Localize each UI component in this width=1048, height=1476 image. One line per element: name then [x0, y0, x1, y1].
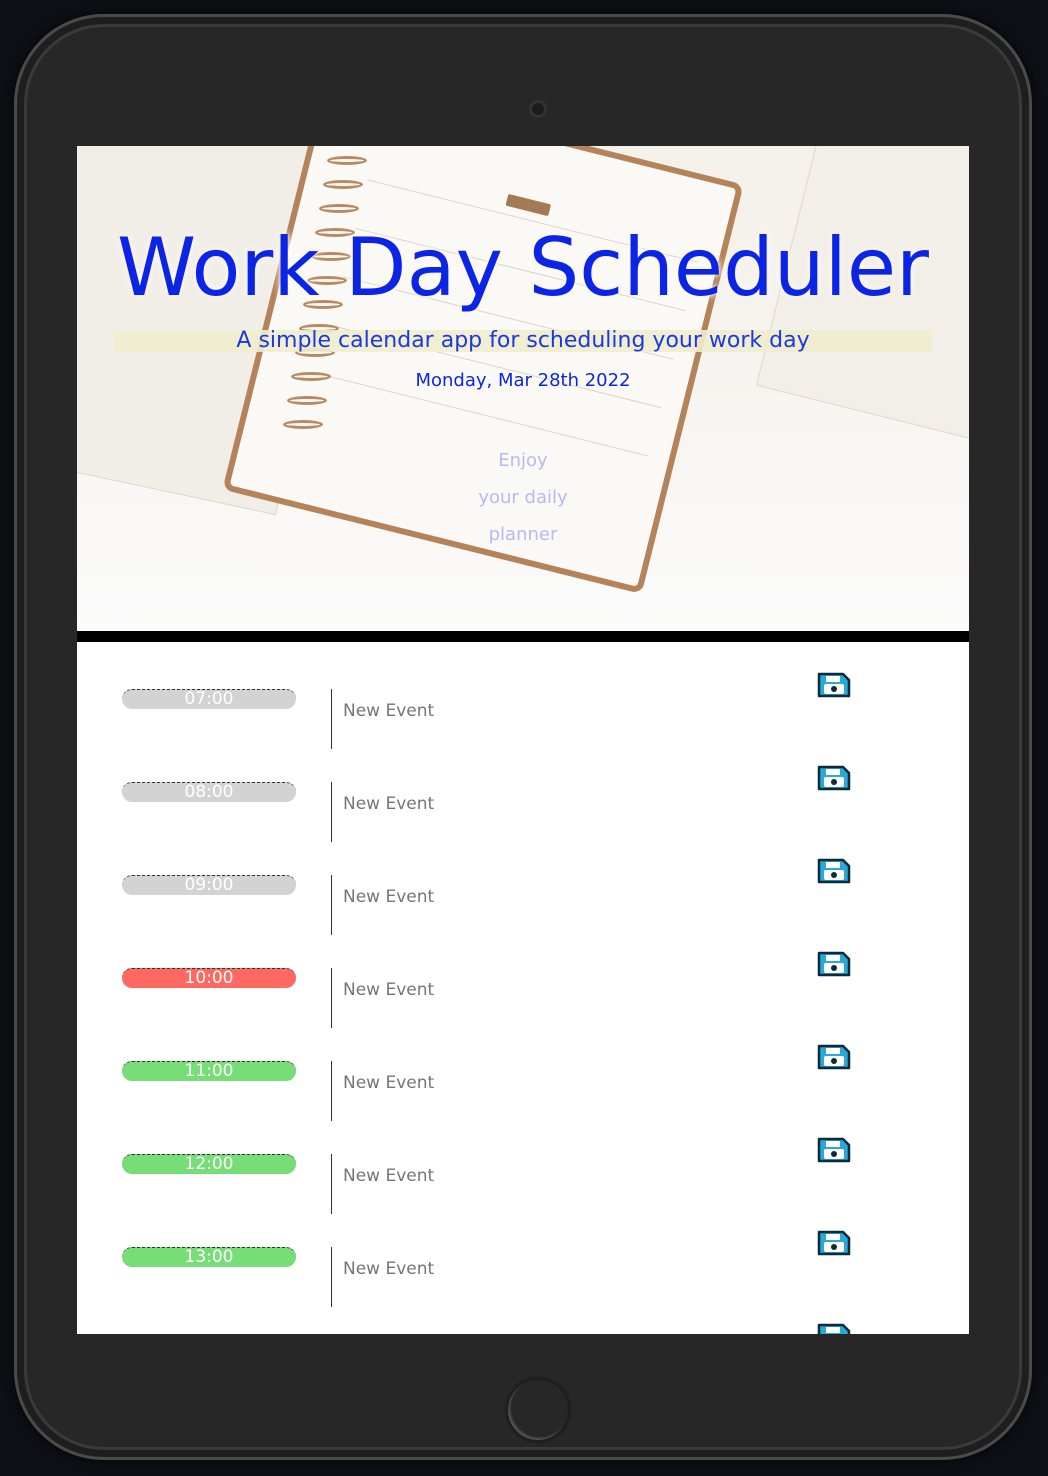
camera-icon [529, 100, 547, 118]
page-title: Work Day Scheduler [117, 221, 929, 314]
time-block-row: 14:00 [77, 1293, 969, 1334]
event-input[interactable] [343, 1070, 793, 1096]
save-button[interactable] [817, 951, 851, 977]
hour-label: 13:00 [122, 1247, 296, 1267]
floppy-disk-icon [817, 858, 851, 884]
floppy-disk-icon [817, 1323, 851, 1334]
event-input[interactable] [343, 884, 793, 910]
event-input[interactable] [343, 1256, 793, 1282]
save-button[interactable] [817, 1044, 851, 1070]
hour-label: 12:00 [122, 1154, 296, 1174]
time-block-row: 13:00 [77, 1200, 969, 1307]
save-button[interactable] [817, 672, 851, 698]
event-input[interactable] [343, 698, 793, 724]
tagline-line: your daily [478, 487, 568, 508]
time-block-row: 08:00 [77, 735, 969, 842]
floppy-disk-icon [817, 951, 851, 977]
header-divider [77, 631, 969, 642]
current-day: Monday, Mar 28th 2022 [415, 370, 631, 391]
home-button[interactable] [506, 1378, 570, 1442]
save-button[interactable] [817, 1230, 851, 1256]
event-input[interactable] [343, 977, 793, 1003]
time-block-row: 07:00 [77, 642, 969, 749]
hour-label: 07:00 [122, 689, 296, 709]
hour-label: 11:00 [122, 1061, 296, 1081]
event-input[interactable] [343, 791, 793, 817]
save-button[interactable] [817, 858, 851, 884]
event-input[interactable] [343, 1163, 793, 1189]
tagline-line: Enjoy [498, 450, 548, 471]
floppy-disk-icon [817, 765, 851, 791]
time-block-row: 09:00 [77, 828, 969, 935]
tagline-line: planner [488, 524, 558, 545]
app-screen: Work Day Scheduler A simple calendar app… [77, 146, 969, 1334]
hour-label: 09:00 [122, 875, 296, 895]
floppy-disk-icon [817, 1230, 851, 1256]
floppy-disk-icon [817, 1137, 851, 1163]
floppy-disk-icon [817, 672, 851, 698]
page-subtitle: A simple calendar app for scheduling you… [236, 328, 810, 353]
jumbotron-header: Work Day Scheduler A simple calendar app… [77, 146, 969, 631]
time-block-row: 12:00 [77, 1107, 969, 1214]
time-block-row: 11:00 [77, 1014, 969, 1121]
hour-label: 10:00 [122, 968, 296, 988]
save-button[interactable] [817, 1137, 851, 1163]
save-button[interactable] [817, 765, 851, 791]
time-block-row: 10:00 [77, 921, 969, 1028]
floppy-disk-icon [817, 1044, 851, 1070]
save-button[interactable] [817, 1323, 851, 1334]
hour-label: 08:00 [122, 782, 296, 802]
tagline: Enjoy your daily planner [473, 442, 573, 553]
